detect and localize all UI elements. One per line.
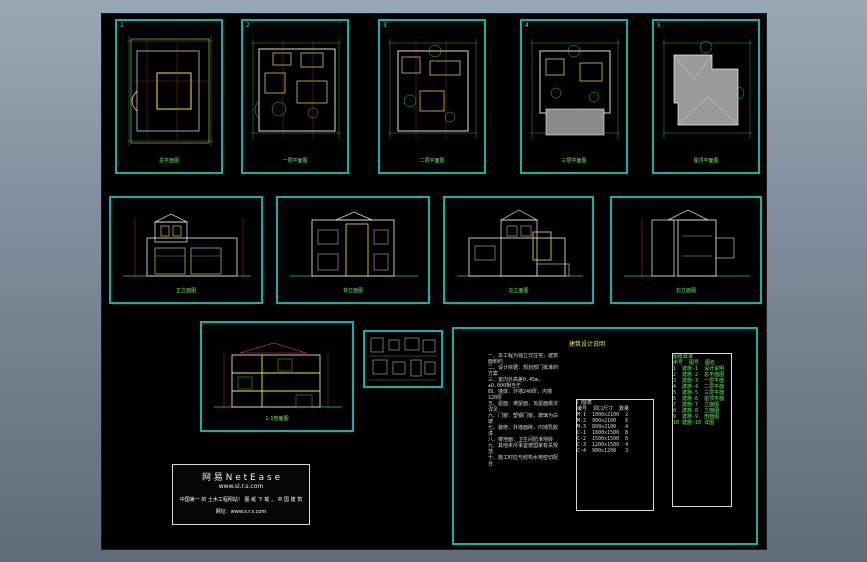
design-notes-text: 一、本工程为独立式住宅，建筑面积约 二、设计依据：规划部门批准的方案 三、室内外… [488,353,559,467]
floor-plan-drawing [530,39,620,139]
detail-sheet[interactable] [363,330,443,388]
sheet-title: 一层平面图 [282,158,308,164]
sheet-number: 3 [383,22,387,29]
watermark-brand: 网 易 N e t E a s e [201,473,281,483]
sheet-number: 4 [525,22,529,29]
sheet-title: 三层平面图 [561,158,587,164]
elevation-sheet-2[interactable]: 背立面图 [276,196,430,304]
drawing-canvas[interactable]: 1 总平面图 2 一层平面图 3 二层平面图 4 三层平面图 5 屋顶平面图 正… [101,13,767,550]
sheet-number: 2 [246,22,250,29]
elevation-sheet-1[interactable]: 正立面图 [109,196,263,304]
door-window-table: 门窗表 编号 洞口尺寸 数量 M-1 1000x2100 2 M-2 900x2… [576,399,654,511]
sheet-title: 1-1剖面图 [265,416,289,422]
sheet-title: 左立面图 [508,288,529,294]
watermark-site: 网址：www.s.r.s.com [215,509,267,515]
sheet-title: 背立面图 [342,288,363,294]
sheet-title: 正立面图 [175,288,196,294]
watermark-url: www.sl.r.s.com [218,483,264,490]
site-plan-drawing [127,36,213,146]
plan-sheet-5[interactable]: 5 屋顶平面图 [652,19,760,174]
floor-plan-drawing [388,39,478,139]
sheet-number: 5 [657,22,661,29]
notes-title: 建筑设计说明 [569,341,606,348]
notes-sheet[interactable]: 建筑设计说明 一、本工程为独立式住宅，建筑面积约 二、设计依据：规划部门批准的方… [452,327,758,545]
plan-sheet-2[interactable]: 2 一层平面图 [241,19,349,174]
section-drawing [214,342,342,409]
plan-sheet-1[interactable]: 1 总平面图 [115,19,223,174]
sheet-title: 右立面图 [675,288,696,294]
sheet-number: 1 [120,22,124,29]
drawing-index-table: 图纸目录 序号 图号 图名 1 建施-1 设计说明 2 建施-2 总平面图 3 … [672,353,732,507]
sheet-title: 总平面图 [158,158,179,164]
elevation-sheet-3[interactable]: 左立面图 [443,196,594,304]
roof-plan-drawing [662,39,752,139]
elevation-sheet-4[interactable]: 右立面图 [610,196,762,304]
sheet-title: 二层平面图 [419,158,445,164]
watermark-box: 网 易 N e t E a s e www.sl.r.s.com 中国第一 的 … [172,464,310,525]
watermark-slogan: 中国第一 的 土木工程网站！ 图 纸 下 载 ， 中 国 建 筑 [179,497,303,503]
plan-sheet-3[interactable]: 3 二层平面图 [378,19,486,174]
sheet-title: 屋顶平面图 [693,158,719,164]
detail-drawing [369,337,437,381]
floor-plan-drawing [251,39,341,139]
section-sheet[interactable]: 1-1剖面图 [200,321,354,432]
plan-sheet-4[interactable]: 4 三层平面图 [520,19,628,174]
